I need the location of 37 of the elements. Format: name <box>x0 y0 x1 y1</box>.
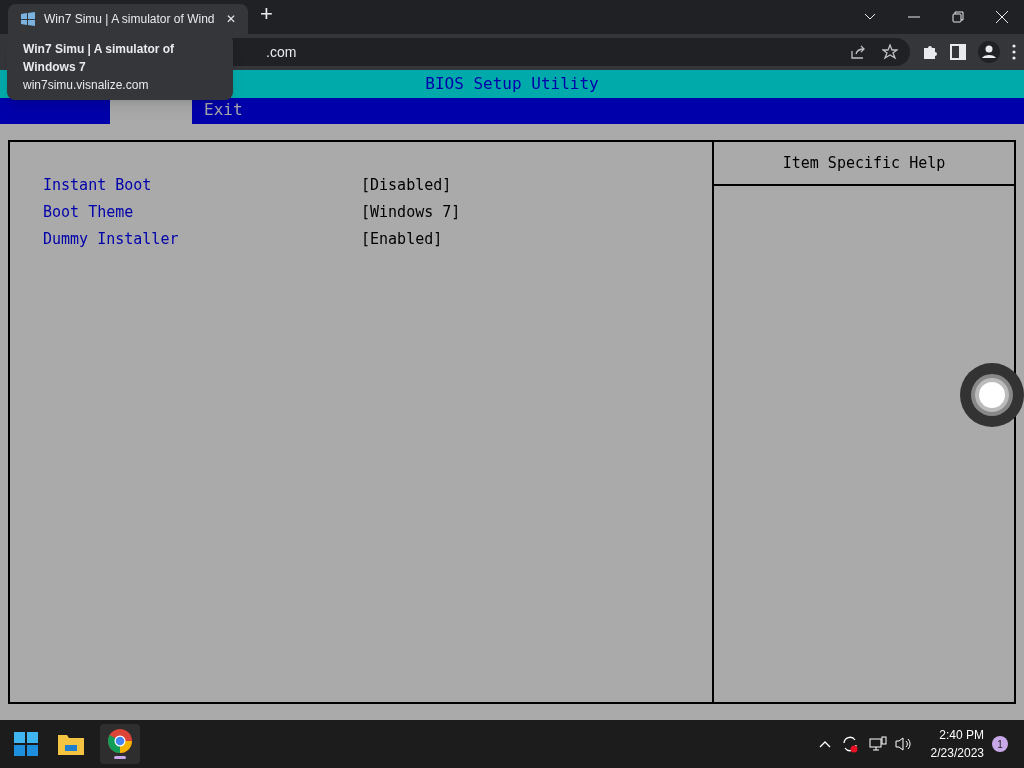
chevron-down-icon[interactable] <box>864 13 876 21</box>
help-title: Item Specific Help <box>782 152 946 174</box>
speaker-icon[interactable] <box>894 736 913 752</box>
address-text: .com <box>266 42 297 62</box>
clock-time[interactable]: 2:40 PM <box>939 726 984 744</box>
setting-value[interactable]: [Windows 7] <box>361 201 461 224</box>
share-icon[interactable] <box>850 45 866 59</box>
chrome-taskbar-button[interactable] <box>100 724 140 764</box>
menu-icon[interactable] <box>1012 44 1016 60</box>
setting-name[interactable]: Boot Theme <box>43 201 361 224</box>
browser-tab[interactable]: Win7 Simu | A simulator of Wind ✕ <box>8 4 248 34</box>
chevron-up-icon[interactable] <box>818 740 831 748</box>
setting-value[interactable]: [Enabled] <box>361 228 443 251</box>
close-icon[interactable]: ✕ <box>226 10 236 28</box>
side-panel-icon[interactable] <box>950 44 966 60</box>
new-tab-icon[interactable]: + <box>260 0 273 30</box>
setting-name[interactable]: Instant Boot <box>43 174 361 197</box>
folder-icon[interactable] <box>58 733 84 755</box>
bios-tab[interactable] <box>110 98 192 124</box>
notification-badge[interactable]: 1 <box>992 736 1008 752</box>
start-icon[interactable] <box>14 732 38 756</box>
profile-icon[interactable] <box>978 41 1000 63</box>
bios-title: BIOS Setup Utility <box>425 73 599 95</box>
close-icon[interactable] <box>996 11 1008 23</box>
chrome-icon <box>108 729 132 753</box>
tab-title: Win7 Simu | A simulator of Wind <box>44 11 216 28</box>
clock-date[interactable]: 2/23/2023 <box>930 744 984 762</box>
network-icon[interactable] <box>868 736 887 752</box>
windows-logo-icon <box>20 12 36 26</box>
star-icon[interactable] <box>882 44 898 60</box>
sync-icon[interactable] <box>840 735 859 753</box>
setting-value[interactable]: [Disabled] <box>361 174 452 197</box>
tooltip-url: win7simu.visnalize.com <box>23 77 150 94</box>
puzzle-icon[interactable] <box>922 44 938 60</box>
setting-name[interactable]: Dummy Installer <box>43 228 361 251</box>
restore-icon[interactable] <box>952 11 964 23</box>
floating-button-icon[interactable] <box>960 363 1024 427</box>
